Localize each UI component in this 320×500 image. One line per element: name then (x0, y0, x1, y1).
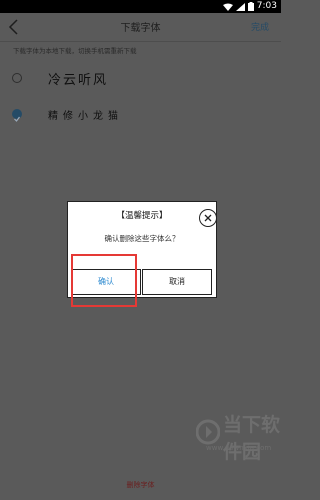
watermark-name: 当下软件园 (223, 414, 281, 463)
status-bar: 7:03 (0, 0, 281, 13)
check-icon (14, 116, 20, 122)
status-time: 7:03 (256, 1, 277, 11)
font-item-lengyun[interactable]: 冷云听风 (0, 63, 281, 93)
nav-bar: 下载字体 完成 (0, 13, 281, 41)
page-title: 下载字体 (120, 23, 161, 34)
done-button[interactable]: 完成 (251, 20, 269, 33)
cancel-button[interactable]: 取消 (142, 269, 212, 295)
dialog-message: 确认删除这些字体么？ (104, 234, 180, 243)
font-item-jingxiu[interactable]: 精修小龙猫 (0, 99, 281, 129)
font-name: 精修小龙猫 (48, 111, 123, 122)
signal-icon (235, 2, 245, 11)
battery-icon (247, 2, 254, 11)
divider (0, 41, 281, 42)
watermark-url: www.downxia.com (206, 444, 272, 452)
status-icons: 7:03 (222, 1, 277, 12)
dialog-title: 【温馨提示】 (116, 211, 168, 221)
radio-selected-icon[interactable] (12, 109, 22, 122)
delete-fonts-button[interactable]: 删除字体 (0, 480, 281, 490)
confirm-highlight-box (71, 254, 137, 307)
wifi-icon (222, 3, 233, 11)
font-name: 冷云听风 (48, 73, 109, 88)
close-icon[interactable] (199, 209, 217, 227)
radio-unselected-icon[interactable] (12, 73, 22, 83)
download-hint: 下载字体为本地下载，切换手机需重新下载 (13, 47, 137, 55)
